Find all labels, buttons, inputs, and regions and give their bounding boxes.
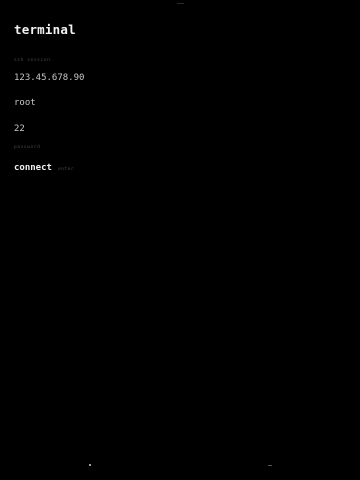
page-indicator-dot xyxy=(89,464,91,466)
connect-button[interactable]: connect xyxy=(14,162,52,174)
server-section-label: ssh session xyxy=(14,58,51,63)
page-indicator-dash xyxy=(268,465,272,466)
username-field[interactable] xyxy=(14,97,214,109)
host-field[interactable] xyxy=(14,72,214,84)
connect-hint: enter xyxy=(58,167,75,172)
app-title: terminal xyxy=(14,22,76,37)
auth-section-label: password xyxy=(14,145,41,150)
port-field[interactable] xyxy=(14,123,214,135)
status-indicator xyxy=(177,3,184,4)
